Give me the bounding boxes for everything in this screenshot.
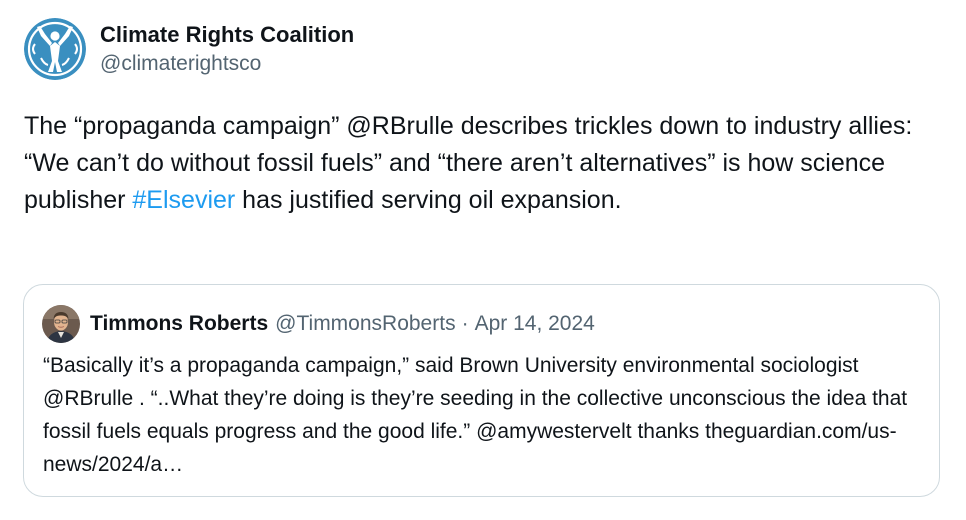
tweet-text-part: has justified serving oil expansion.	[235, 186, 622, 214]
coalition-logo-icon	[24, 18, 86, 80]
author-identity: Climate Rights Coalition @climaterightsc…	[100, 20, 354, 78]
quoted-tweet-date[interactable]: Apr 14, 2024	[475, 312, 595, 336]
tweet-card[interactable]: Climate Rights Coalition @climaterightsc…	[0, 0, 966, 520]
person-photo-icon	[42, 305, 80, 343]
quoted-tweet-text: “Basically it’s a propaganda campaign,” …	[43, 354, 908, 476]
author-avatar[interactable]	[24, 18, 86, 80]
quoted-tweet[interactable]: Timmons Roberts @TimmonsRoberts · Apr 14…	[23, 284, 940, 497]
tweet-author-header: Climate Rights Coalition @climaterightsc…	[24, 18, 354, 80]
quoted-author-handle[interactable]: @TimmonsRoberts	[275, 312, 455, 336]
quoted-author-name[interactable]: Timmons Roberts	[90, 312, 268, 336]
separator-dot: ·	[461, 312, 469, 335]
quoted-tweet-header: Timmons Roberts @TimmonsRoberts · Apr 14…	[42, 305, 595, 343]
hashtag-link[interactable]: #Elsevier	[132, 186, 235, 214]
author-handle[interactable]: @climaterightsco	[100, 50, 354, 78]
author-display-name[interactable]: Climate Rights Coalition	[100, 20, 354, 50]
tweet-text: The “propaganda campaign” @RBrulle descr…	[24, 108, 940, 219]
quoted-author-avatar[interactable]	[42, 305, 80, 343]
